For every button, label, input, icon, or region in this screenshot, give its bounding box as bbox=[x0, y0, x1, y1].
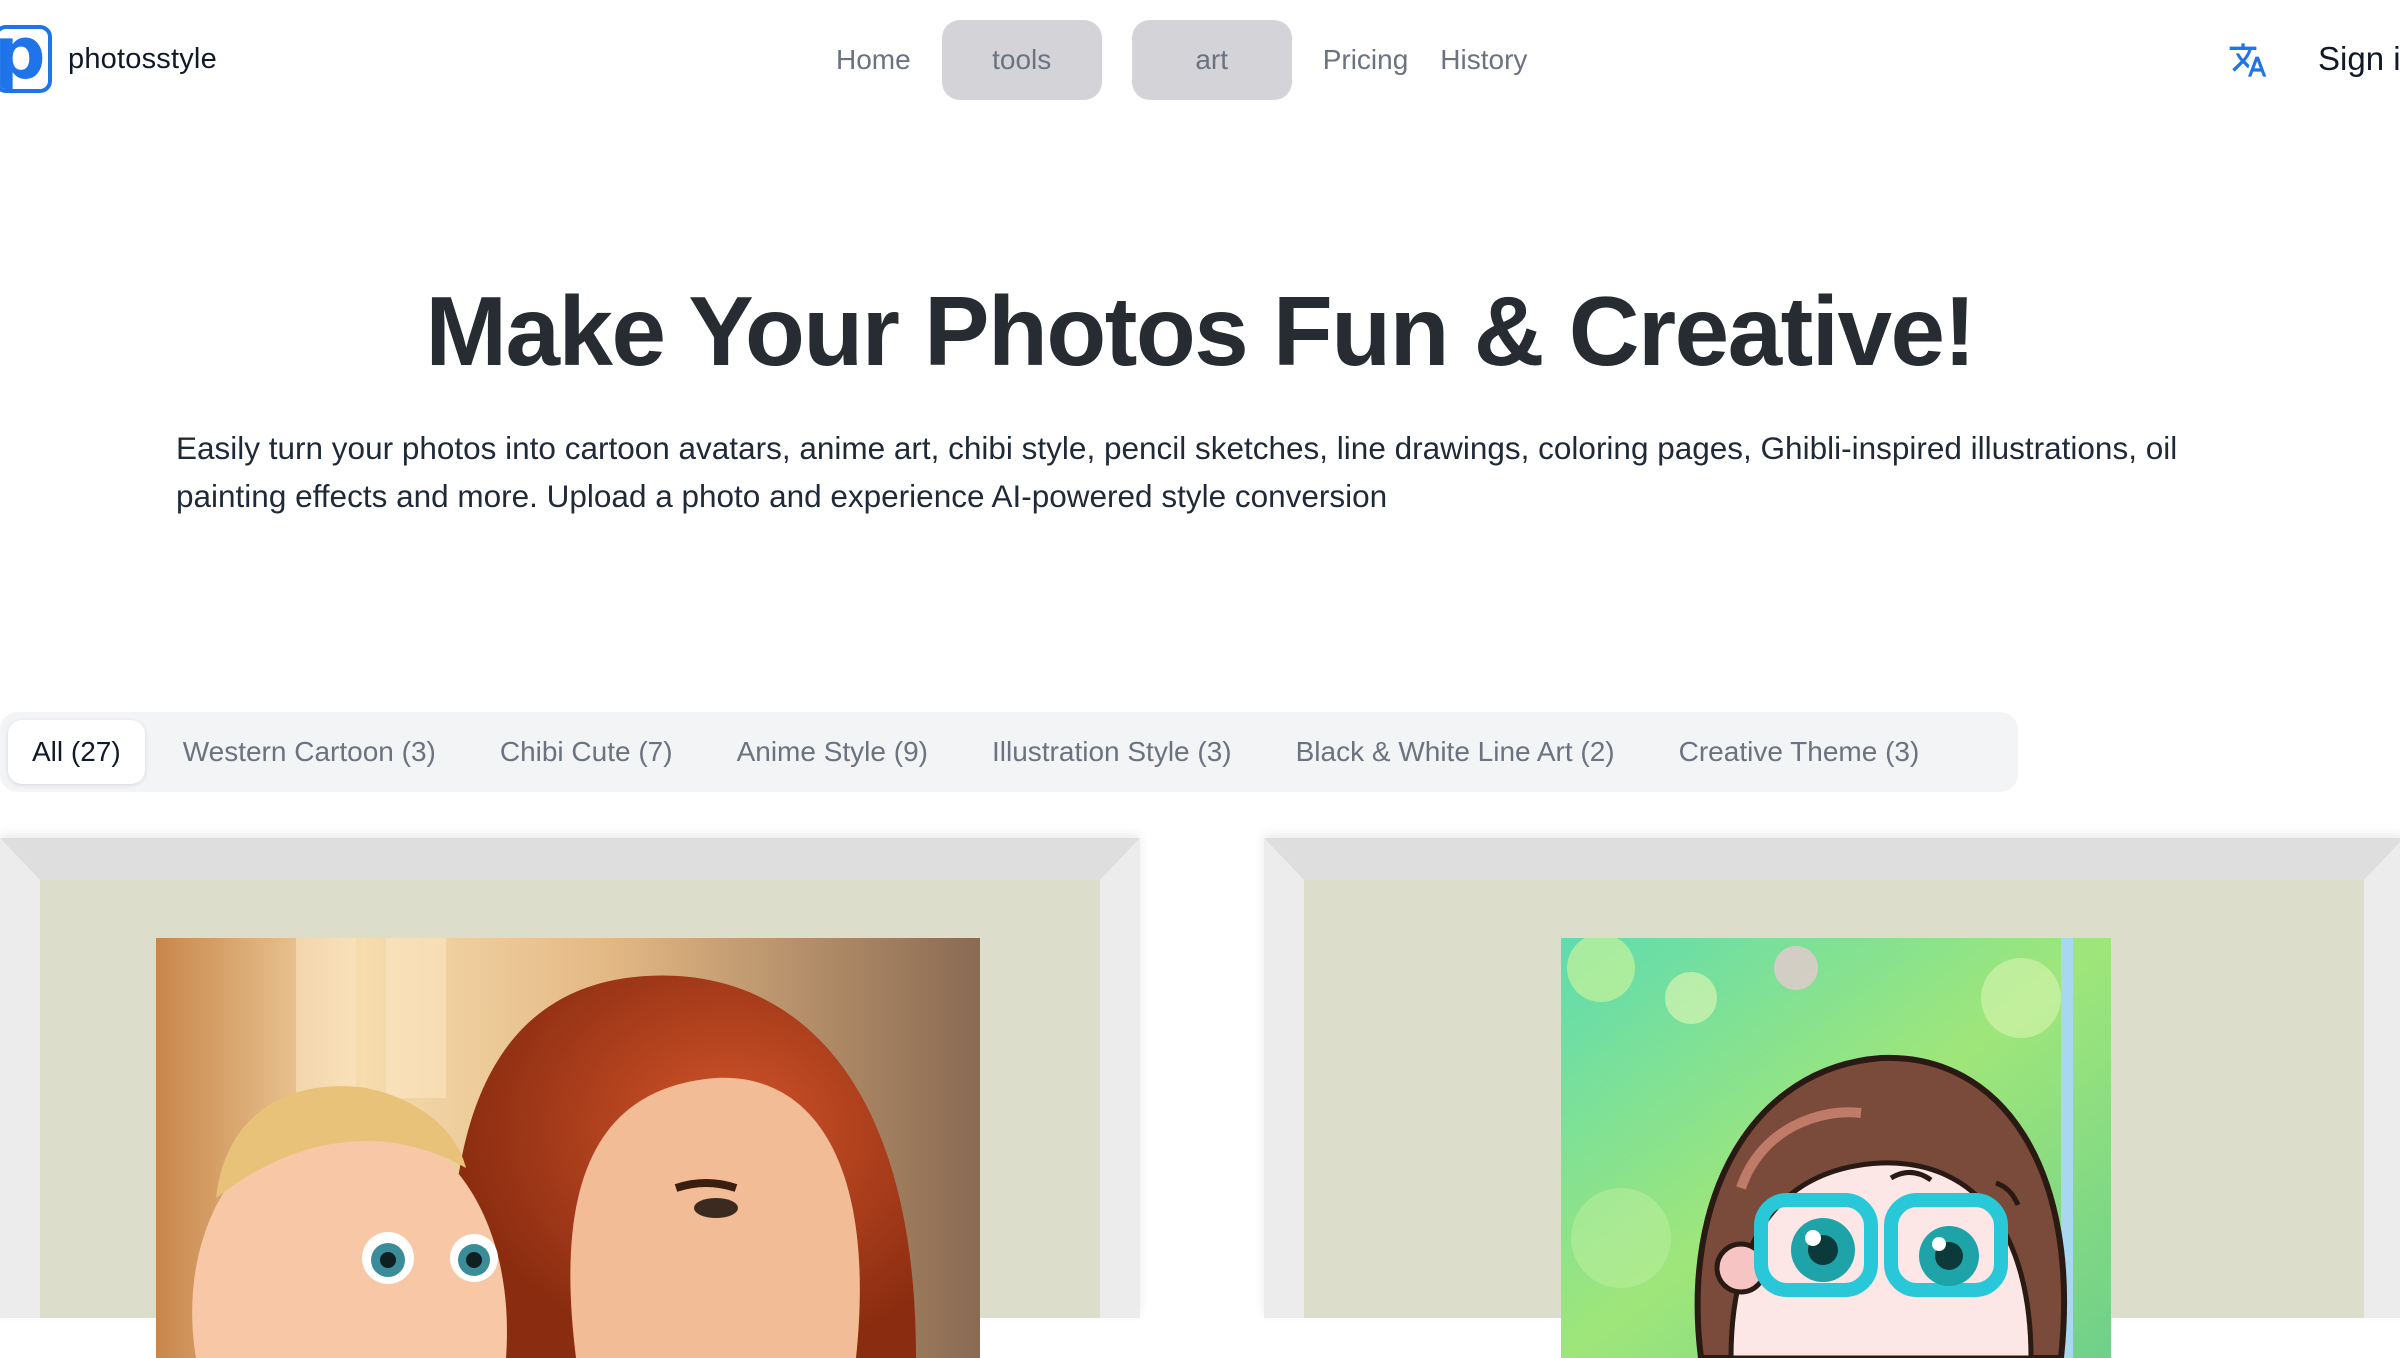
frame-bevel bbox=[1264, 838, 2400, 880]
filter-illustration-style[interactable]: Illustration Style (3) bbox=[960, 720, 1264, 784]
brand-name[interactable]: photosstyle bbox=[68, 43, 217, 76]
frame-mat bbox=[1304, 880, 2364, 1358]
hero-description: Easily turn your photos into cartoon ava… bbox=[176, 430, 2178, 514]
chibi-girl-glasses-image[interactable] bbox=[1561, 938, 2111, 1358]
nav-pricing[interactable]: Pricing bbox=[1307, 44, 1425, 76]
filter-anime-style[interactable]: Anime Style (9) bbox=[705, 720, 960, 784]
nav-tools[interactable]: tools bbox=[941, 20, 1102, 100]
frame-bevel bbox=[0, 838, 40, 1318]
filter-line-art[interactable]: Black & White Line Art (2) bbox=[1264, 720, 1647, 784]
site-header: p photosstyle Home tools art Pricing His… bbox=[0, 0, 2400, 120]
translate-icon[interactable] bbox=[2228, 40, 2268, 80]
hero-title: Make Your Photos Fun & Creative! bbox=[425, 276, 1976, 386]
filter-creative-theme[interactable]: Creative Theme (3) bbox=[1647, 720, 1952, 784]
nav-history[interactable]: History bbox=[1424, 44, 1543, 76]
frame-bevel bbox=[0, 838, 1140, 880]
category-filter-bar: All (27) Western Cartoon (3) Chibi Cute … bbox=[0, 712, 2018, 792]
filter-chibi-cute[interactable]: Chibi Cute (7) bbox=[468, 720, 705, 784]
gallery-card[interactable] bbox=[1264, 838, 2400, 1358]
logo-letter: p bbox=[0, 29, 46, 89]
frame-mat bbox=[40, 880, 1100, 1358]
cartoon-mother-baby-image[interactable] bbox=[156, 938, 980, 1358]
frame-bevel bbox=[2364, 838, 2400, 1318]
nav-home[interactable]: Home bbox=[820, 44, 927, 76]
frame-bevel bbox=[1100, 838, 1140, 1318]
filter-western-cartoon[interactable]: Western Cartoon (3) bbox=[151, 720, 468, 784]
sign-in-link[interactable]: Sign i bbox=[2318, 40, 2400, 78]
brand-logo-icon[interactable]: p bbox=[0, 25, 52, 93]
frame-bevel bbox=[1264, 838, 1304, 1318]
main-nav: Home tools art Pricing History bbox=[820, 20, 1543, 100]
filter-all[interactable]: All (27) bbox=[8, 720, 145, 784]
nav-art[interactable]: art bbox=[1131, 20, 1292, 100]
gallery-card[interactable] bbox=[0, 838, 1140, 1358]
